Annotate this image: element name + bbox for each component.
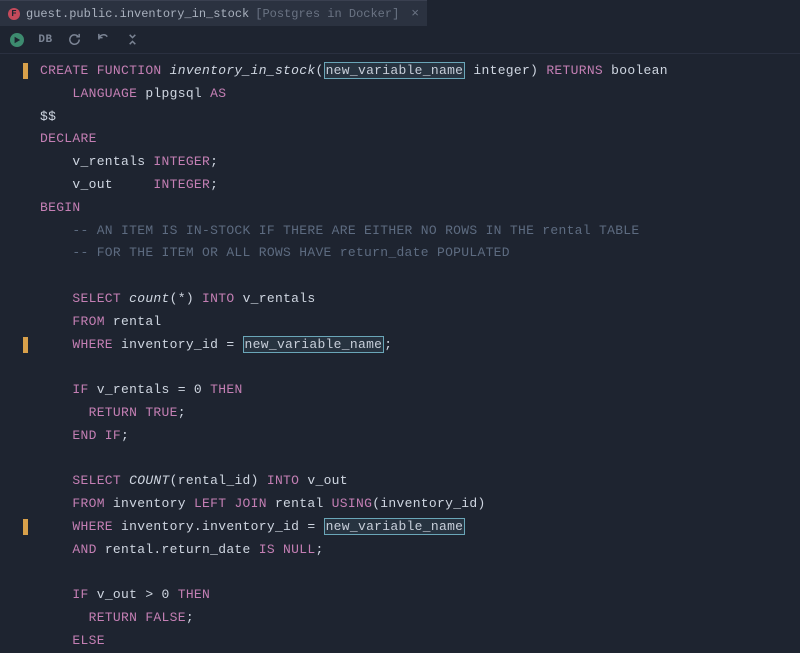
refresh-icon[interactable] [67, 32, 82, 47]
collapse-icon[interactable] [125, 32, 140, 47]
function-icon: F [8, 8, 20, 20]
rename-highlight[interactable]: new_variable_name [324, 518, 466, 535]
rename-highlight[interactable]: new_variable_name [324, 62, 466, 79]
tab-context: [Postgres in Docker] [255, 7, 399, 21]
tab-bar: F guest.public.inventory_in_stock [Postg… [0, 0, 800, 26]
db-icon[interactable]: DB [38, 32, 53, 47]
rename-highlight[interactable]: new_variable_name [243, 336, 385, 353]
undo-icon[interactable] [96, 32, 111, 47]
run-button[interactable] [10, 33, 24, 47]
tab-title: guest.public.inventory_in_stock [26, 7, 249, 21]
code-editor[interactable]: CREATE FUNCTION inventory_in_stock(new_v… [0, 54, 800, 653]
editor-toolbar: DB [0, 26, 800, 54]
close-icon[interactable]: × [411, 6, 419, 21]
editor-tab[interactable]: F guest.public.inventory_in_stock [Postg… [0, 0, 427, 26]
